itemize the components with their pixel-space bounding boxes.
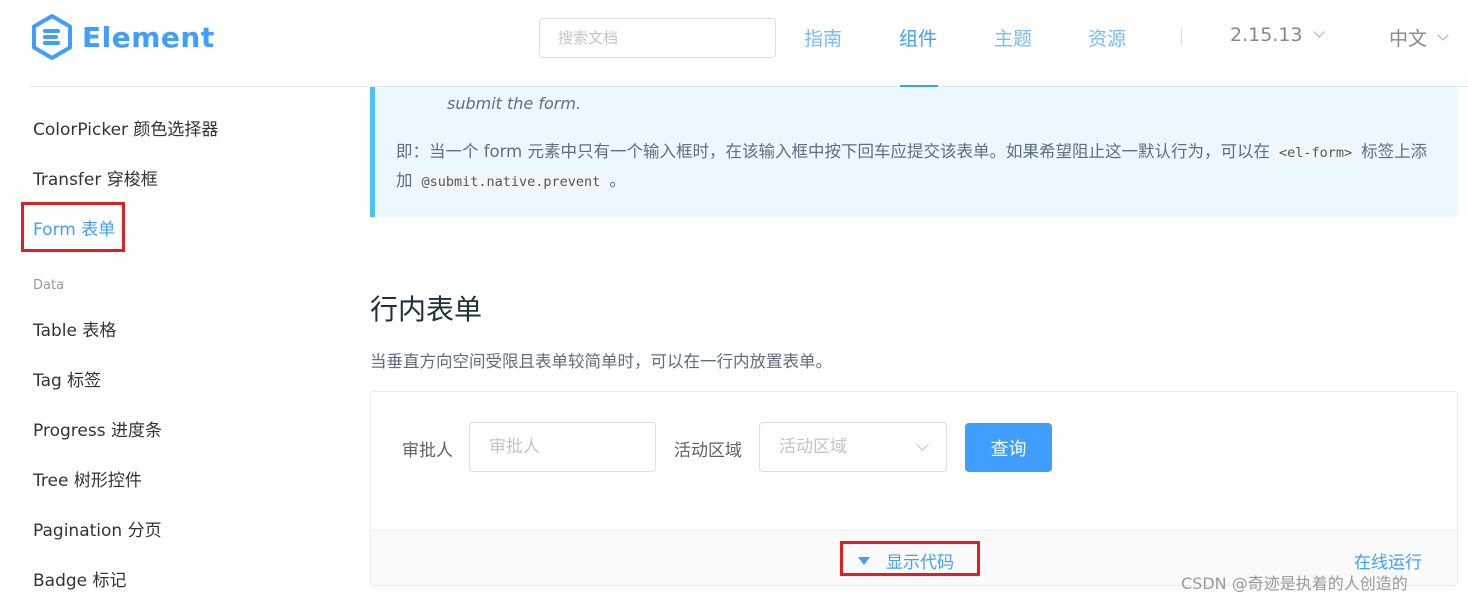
code-submit-prevent: @submit.native.prevent [416, 172, 606, 192]
sidebar-item-tree[interactable]: Tree 树形控件 [33, 466, 142, 491]
language-label: 中文 [1389, 28, 1428, 50]
section-description: 当垂直方向空间受限且表单较简单时，可以在一行内放置表单。 [370, 352, 832, 371]
sidebar-item-pagination[interactable]: Pagination 分页 [33, 516, 162, 541]
sidebar-group-data: Data [33, 278, 65, 293]
chevron-down-icon [1437, 28, 1449, 41]
element-logo[interactable]: Element [30, 14, 215, 60]
sidebar-item-table[interactable]: Table 表格 [33, 316, 116, 341]
nav-divider [1181, 28, 1182, 46]
tip-text-part1: 即：当一个 form 元素中只有一个输入框时，在该输入框中按下回车应提交该表单。… [396, 142, 1270, 161]
sidebar-item-colorpicker[interactable]: ColorPicker 颜色选择器 [33, 115, 218, 140]
header: Element 指南 组件 主题 资源 2.15.13 中文 [0, 0, 1468, 78]
tip-link-underline [900, 85, 938, 87]
query-button[interactable]: 查询 [965, 423, 1052, 472]
code-el-form: <el-form> [1273, 143, 1358, 163]
nav-guide[interactable]: 指南 [804, 24, 842, 51]
nav-theme[interactable]: 主题 [994, 24, 1032, 51]
label-region: 活动区域 [674, 441, 742, 461]
sidebar-item-badge[interactable]: Badge 标记 [33, 566, 127, 591]
sidebar-item-progress[interactable]: Progress 进度条 [33, 416, 162, 441]
element-hexagon-icon [32, 14, 72, 60]
version-dropdown[interactable]: 2.15.13 [1230, 24, 1325, 46]
logo-text: Element [82, 20, 215, 54]
language-dropdown[interactable]: 中文 [1389, 24, 1449, 51]
nav-components[interactable]: 组件 [899, 24, 937, 51]
tip-chinese-text: 即：当一个 form 元素中只有一个输入框时，在该输入框中按下回车应提交该表单。… [396, 138, 1441, 196]
tip-english-text: submit the form. [447, 94, 582, 113]
highlight-box-form [21, 202, 125, 252]
sidebar-item-tag[interactable]: Tag 标签 [33, 366, 101, 391]
approver-input[interactable] [469, 422, 656, 472]
version-label: 2.15.13 [1230, 24, 1303, 46]
label-approver: 审批人 [402, 441, 453, 461]
sidebar-item-transfer[interactable]: Transfer 穿梭框 [33, 165, 158, 190]
search-input[interactable] [539, 18, 776, 58]
highlight-box-show-code [840, 541, 980, 576]
watermark-text: CSDN @奇迹是执着的人创造的 [1181, 574, 1408, 593]
tip-text-part3: 。 [609, 171, 626, 190]
nav-resources[interactable]: 资源 [1088, 24, 1126, 51]
chevron-down-icon [1312, 26, 1325, 38]
section-title: 行内表单 [370, 293, 483, 326]
